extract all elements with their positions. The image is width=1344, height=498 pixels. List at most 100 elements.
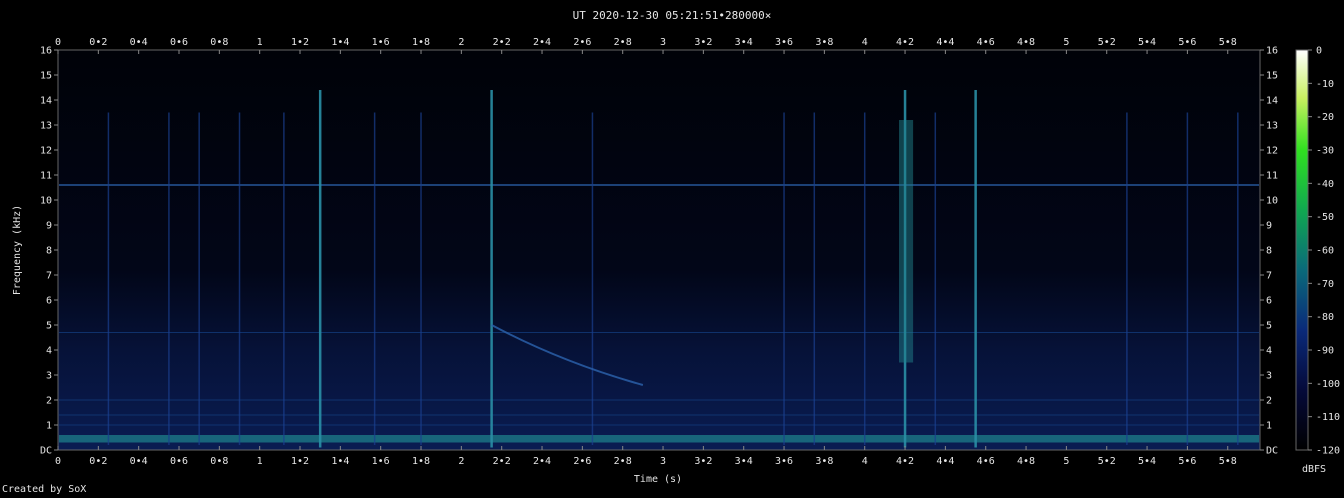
x-tick-label: 1•4	[331, 37, 349, 48]
y-tick-label: 9	[1266, 221, 1272, 232]
y-tick-label: 16	[1266, 46, 1278, 57]
y-tick-label: 14	[1266, 96, 1278, 107]
x-tick-label: 2•8	[614, 456, 632, 467]
chart-title: UT 2020-12-30 05:21:51•280000×	[573, 9, 772, 22]
x-tick-label: 0	[55, 456, 61, 467]
x-tick-label: 5•2	[1098, 456, 1116, 467]
x-tick-label: 4•6	[977, 37, 995, 48]
colorbar	[1296, 50, 1308, 450]
y-tick-label: 10	[40, 196, 52, 207]
x-tick-label: 2	[458, 37, 464, 48]
y-tick-label: 3	[46, 371, 52, 382]
x-tick-label: 5•6	[1178, 456, 1196, 467]
y-tick-label: 1	[1266, 421, 1272, 432]
colorbar-tick-label: -30	[1316, 146, 1334, 157]
x-tick-label: 5•4	[1138, 456, 1156, 467]
x-tick-label: 0•4	[130, 37, 148, 48]
x-tick-label: 3	[660, 37, 666, 48]
y-tick-label: 8	[46, 246, 52, 257]
x-tick-label: 5•6	[1178, 37, 1196, 48]
y-tick-label: 2	[46, 396, 52, 407]
colorbar-tick-label: -100	[1316, 379, 1340, 390]
x-tick-label: 2•6	[573, 456, 591, 467]
y-tick-label: 1	[46, 421, 52, 432]
colorbar-ticks: 0 -10 -20 -30 -40 -50 -60 -70 -80 -90 -100 -110 -120	[1308, 46, 1340, 457]
y-tick-label: 7	[46, 271, 52, 282]
credit-text: Created by SoX	[2, 484, 87, 495]
colorbar-label: dBFS	[1302, 464, 1326, 475]
spectrogram-chart: UT 2020-12-30 05:21:51•280000× 0 0•2 0•4 0•…	[12, 9, 1340, 485]
y-tick-label: 5	[46, 321, 52, 332]
x-tick-label: 1	[257, 37, 263, 48]
x-tick-label: 3•6	[775, 456, 793, 467]
x-tick-label: 4•6	[977, 456, 995, 467]
x-tick-label: 0•8	[210, 456, 228, 467]
x-tick-label: 2•4	[533, 37, 551, 48]
x-tick-label: 4•2	[896, 37, 914, 48]
y-tick-label: 12	[1266, 146, 1278, 157]
x-tick-label: 2•2	[493, 37, 511, 48]
y-tick-label: 11	[40, 171, 52, 182]
y-tick-label: 4	[1266, 346, 1272, 357]
x-tick-label: 5•4	[1138, 37, 1156, 48]
x-tick-label: 1	[257, 456, 263, 467]
y-axis-right: DC12345678910111213141516	[1260, 46, 1278, 457]
y-tick-label: 3	[1266, 371, 1272, 382]
x-tick-label: 4	[862, 456, 868, 467]
y-tick-label: 15	[40, 71, 52, 82]
x-tick-label: 2•8	[614, 37, 632, 48]
x-tick-label: 0•6	[170, 37, 188, 48]
y-tick-label: 11	[1266, 171, 1278, 182]
x-tick-label: 0•2	[89, 37, 107, 48]
y-axis-left: DC12345678910111213141516	[40, 46, 58, 457]
y-tick-label: 5	[1266, 321, 1272, 332]
x-tick-label: 5	[1063, 37, 1069, 48]
x-tick-label: 4•2	[896, 456, 914, 467]
x-tick-label: 0•8	[210, 37, 228, 48]
y-tick-label: DC	[1266, 446, 1278, 457]
y-tick-label: 12	[40, 146, 52, 157]
y-tick-label: 13	[1266, 121, 1278, 132]
x-tick-label: 0•6	[170, 456, 188, 467]
x-tick-label: 5•8	[1219, 456, 1237, 467]
colorbar-tick-label: -80	[1316, 312, 1334, 323]
y-tick-label: 14	[40, 96, 52, 107]
x-tick-label: 4•8	[1017, 37, 1035, 48]
colorbar-tick-label: -60	[1316, 246, 1334, 257]
x-tick-label: 1•8	[412, 456, 430, 467]
colorbar-tick-label: -50	[1316, 212, 1334, 223]
colorbar-tick-label: -110	[1316, 412, 1340, 423]
colorbar-tick-label: -10	[1316, 79, 1334, 90]
x-tick-label: 3•4	[735, 456, 753, 467]
x-tick-label: 2•4	[533, 456, 551, 467]
x-tick-label: 1•4	[331, 456, 349, 467]
colorbar-tick-label: -90	[1316, 346, 1334, 357]
colorbar-tick-label: -70	[1316, 279, 1334, 290]
x-tick-label: 3•8	[815, 456, 833, 467]
x-tick-label: 1•8	[412, 37, 430, 48]
x-tick-label: 0	[55, 37, 61, 48]
colorbar-tick-label: -40	[1316, 179, 1334, 190]
x-tick-label: 2	[458, 456, 464, 467]
y-tick-label: 6	[1266, 296, 1272, 307]
x-tick-label: 0•2	[89, 456, 107, 467]
y-tick-label: 7	[1266, 271, 1272, 282]
y-tick-label: 9	[46, 221, 52, 232]
x-axis-label: Time (s)	[634, 474, 682, 485]
x-tick-label: 3•2	[694, 456, 712, 467]
y-tick-label: DC	[40, 446, 52, 457]
y-tick-label: 15	[1266, 71, 1278, 82]
x-tick-label: 1•2	[291, 37, 309, 48]
y-tick-label: 10	[1266, 196, 1278, 207]
x-tick-label: 4•4	[936, 37, 954, 48]
x-tick-label: 4	[862, 37, 868, 48]
colorbar-tick-label: 0	[1316, 46, 1322, 57]
x-tick-label: 3•4	[735, 37, 753, 48]
y-tick-label: 6	[46, 296, 52, 307]
x-tick-label: 3	[660, 456, 666, 467]
x-tick-label: 1•6	[372, 456, 390, 467]
x-tick-label: 4•4	[936, 456, 954, 467]
colorbar-tick-label: -120	[1316, 446, 1340, 457]
x-tick-label: 3•2	[694, 37, 712, 48]
x-tick-label: 1•2	[291, 456, 309, 467]
